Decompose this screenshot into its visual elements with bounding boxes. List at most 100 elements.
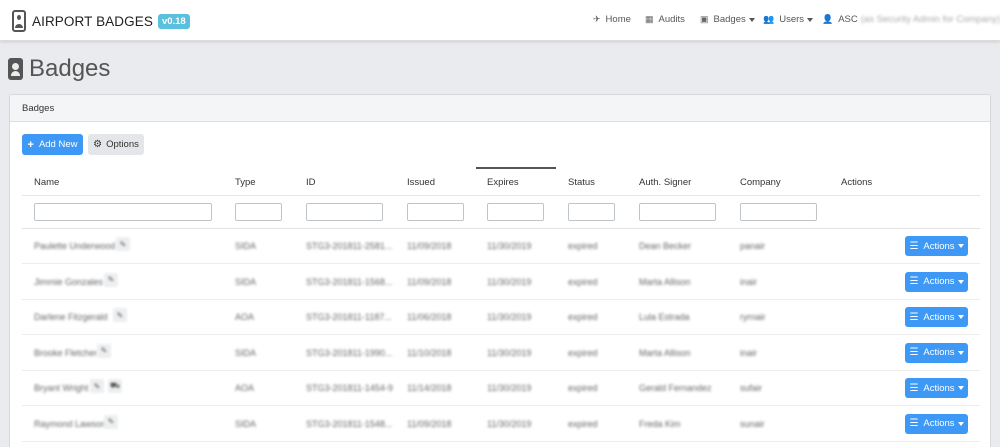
chevron-down-icon xyxy=(957,279,964,284)
cell-status: expired xyxy=(568,312,598,322)
cell-auth-signer: Gerald Fernandez xyxy=(639,383,712,393)
nav-home[interactable]: ✈ Home xyxy=(593,14,631,25)
filter-expires-input[interactable] xyxy=(487,203,544,221)
edit-icon[interactable]: ✎ xyxy=(116,237,130,251)
vehicle-icon[interactable]: ⛟ xyxy=(108,379,122,393)
cell-issued: 11/14/2018 xyxy=(407,383,452,393)
column-header-actions: Actions xyxy=(841,177,873,188)
cell-type: SIDA xyxy=(235,241,257,251)
list-icon: ☰ xyxy=(909,311,919,323)
cell-expires: 11/30/2019 xyxy=(487,276,532,287)
cell-name[interactable]: Paulette Underwood xyxy=(34,241,116,251)
cell-name[interactable]: Raymond Lawson xyxy=(34,419,106,429)
badge-icon xyxy=(12,10,26,32)
cell-company: sufair xyxy=(740,383,763,393)
row-actions-label: Actions xyxy=(923,382,955,394)
cell-expires: 11/30/2019 xyxy=(487,241,532,251)
page-title: Badges xyxy=(29,55,111,82)
row-actions-button[interactable]: ☰ Actions xyxy=(905,378,968,398)
row-actions-button[interactable]: ☰ Actions xyxy=(905,271,968,292)
brand[interactable]: AIRPORT BADGES v0.18 xyxy=(12,8,190,34)
cell-expires: 11/30/2019 xyxy=(487,312,532,322)
chevron-down-icon xyxy=(748,17,755,22)
cell-name[interactable]: Bryant Wright xyxy=(34,383,88,393)
row-actions-label: Actions xyxy=(923,347,955,358)
list-icon: ☰ xyxy=(909,418,919,429)
cell-type: AOA xyxy=(235,383,255,393)
table-row: Raymond Lawson ✎ SIDA STG3-201811-1548... 11… xyxy=(22,407,980,442)
cell-status: expired xyxy=(568,383,598,393)
nav-user-menu[interactable]: 👤 ASC (as Security Admin for Company) xyxy=(822,14,1000,25)
edit-icon[interactable]: ✎ xyxy=(104,414,118,429)
filter-type-input[interactable] xyxy=(235,203,282,221)
column-header-status[interactable]: Status xyxy=(568,177,595,188)
column-header-issued[interactable]: Issued xyxy=(407,177,435,188)
sort-indicator xyxy=(476,167,556,169)
filter-id-input[interactable] xyxy=(306,203,383,221)
nav-badges-dropdown[interactable]: ▣ Badges xyxy=(700,14,755,25)
filter-status-input[interactable] xyxy=(568,203,615,221)
row-actions-button[interactable]: ☰ Actions xyxy=(905,236,968,256)
options-button[interactable]: ⚙ Options xyxy=(88,134,144,155)
nav-badges-label: Badges xyxy=(713,14,746,25)
top-navbar: AIRPORT BADGES v0.18 ✈ Home ▦ Audits ▣ B… xyxy=(0,0,1000,41)
cell-company: sunair xyxy=(740,418,765,429)
nav-users-dropdown[interactable]: 👥 Users xyxy=(763,14,814,25)
column-header-company[interactable]: Company xyxy=(740,177,781,188)
cell-status: expired xyxy=(568,347,598,358)
table-row: Bryant Wright ✎ ⛟ AOA STG3-201811-1454-9 11/1… xyxy=(22,371,980,406)
add-new-button[interactable]: + Add New xyxy=(22,134,83,155)
chevron-down-icon xyxy=(957,315,964,319)
cell-id: STG3-201811-2581... xyxy=(306,241,393,251)
cell-name[interactable]: Jimmie Gonzales xyxy=(34,277,103,287)
cell-id: STG3-201811-1548... xyxy=(306,418,393,429)
chevron-down-icon xyxy=(807,17,814,22)
chevron-down-icon xyxy=(957,421,964,426)
user-icon: 👤 xyxy=(822,14,834,24)
edit-icon[interactable]: ✎ xyxy=(113,308,127,322)
options-label: Options xyxy=(106,139,139,150)
column-header-expires[interactable]: Expires xyxy=(487,177,519,188)
edit-icon[interactable]: ✎ xyxy=(104,272,118,287)
nav-audits[interactable]: ▦ Audits xyxy=(645,14,685,25)
page-header: Badges xyxy=(8,55,110,83)
column-header-type[interactable]: Type xyxy=(235,177,256,188)
cell-auth-signer: Marta Allison xyxy=(639,276,691,287)
cell-issued: 11/10/2018 xyxy=(407,347,452,358)
badge-icon: ▣ xyxy=(700,14,709,24)
row-actions-label: Actions xyxy=(923,276,955,287)
calendar-icon: ▦ xyxy=(645,14,654,24)
nav-home-label: Home xyxy=(605,14,631,25)
cell-type: SIDA xyxy=(235,418,257,429)
table-row: Paulette Underwood ✎ SIDA STG3-201811-2581.… xyxy=(22,229,980,264)
cell-id: STG3-201811-1187... xyxy=(306,312,392,322)
nav-audits-label: Audits xyxy=(658,14,685,25)
row-actions-button[interactable]: ☰ Actions xyxy=(905,413,968,434)
edit-icon[interactable]: ✎ xyxy=(97,343,111,358)
cell-auth-signer: Marta Allison xyxy=(639,347,691,358)
column-header-name[interactable]: Name xyxy=(34,177,59,188)
cell-status: expired xyxy=(568,418,598,429)
row-actions-label: Actions xyxy=(923,311,955,323)
cell-name[interactable]: Brooke Fletcher xyxy=(34,348,98,358)
cell-expires: 11/30/2019 xyxy=(487,383,532,393)
nav-user-role: (as Security Admin for Company) xyxy=(860,14,1000,25)
filter-company-input[interactable] xyxy=(740,203,817,221)
filter-issued-input[interactable] xyxy=(407,203,464,221)
table-row: Brooke Fletcher ✎ SIDA STG3-201811-1990... 1… xyxy=(22,336,980,371)
column-header-auth-signer[interactable]: Auth. Signer xyxy=(639,177,691,188)
cell-status: expired xyxy=(568,241,598,251)
cell-name[interactable]: Darlene Fitzgerald xyxy=(34,312,108,322)
column-header-id[interactable]: ID xyxy=(306,177,316,188)
cell-issued: 11/09/2018 xyxy=(407,276,452,287)
list-icon: ☰ xyxy=(909,382,919,394)
row-actions-button[interactable]: ☰ Actions xyxy=(905,307,968,327)
list-icon: ☰ xyxy=(909,347,919,358)
filter-auth-signer-input[interactable] xyxy=(639,203,716,221)
cell-expires: 11/30/2019 xyxy=(487,347,532,358)
users-icon: 👥 xyxy=(763,14,775,24)
edit-icon[interactable]: ✎ xyxy=(90,379,104,393)
row-actions-button[interactable]: ☰ Actions xyxy=(905,342,968,363)
badge-icon xyxy=(8,58,23,80)
filter-name-input[interactable] xyxy=(34,203,212,221)
